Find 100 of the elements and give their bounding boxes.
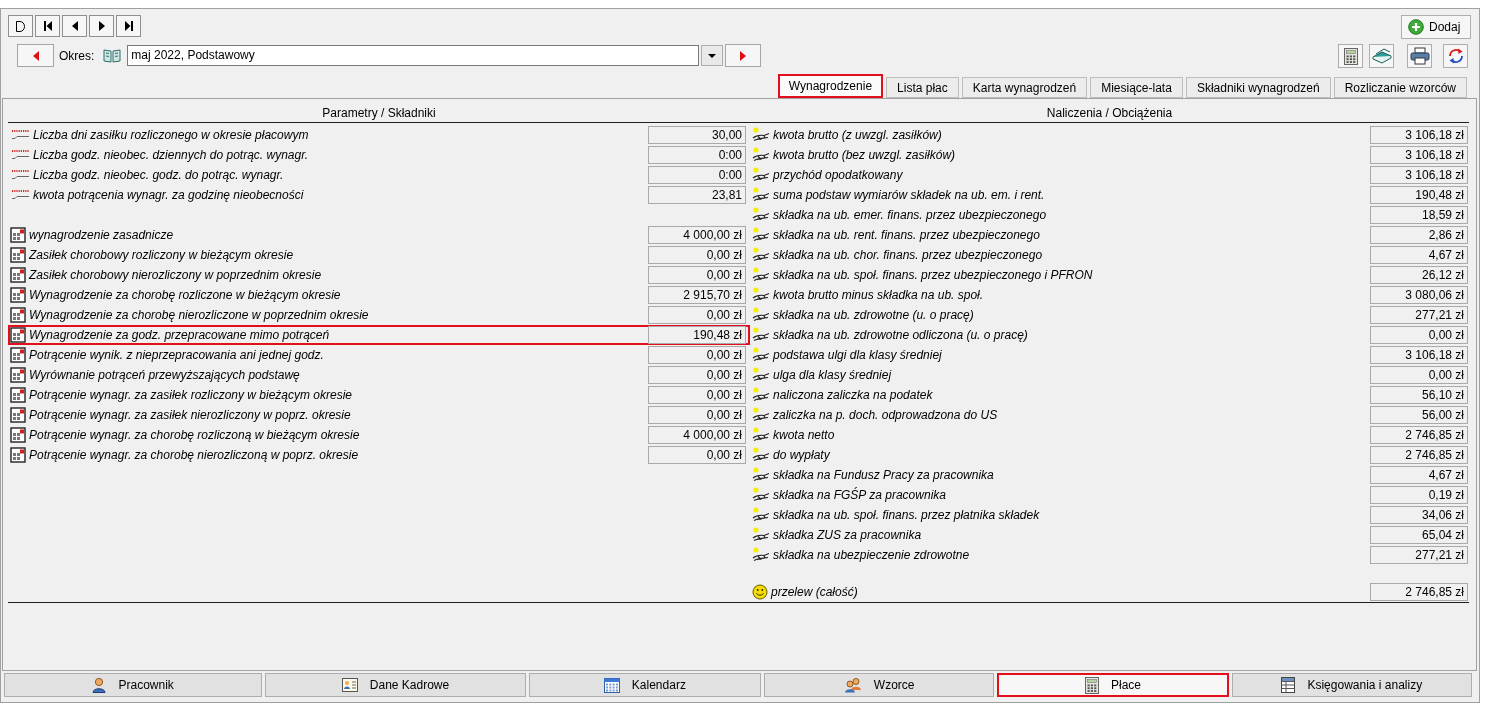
row-label: wynagrodzenie zasadnicze bbox=[29, 228, 174, 242]
previous-period-button[interactable] bbox=[17, 44, 54, 67]
document-grid-icon bbox=[10, 287, 26, 303]
tab[interactable]: Karta wynagrodzeń bbox=[961, 77, 1088, 98]
hand-pen-icon bbox=[752, 407, 770, 423]
row-label: Liczba godz. nieobec. godz. do potrąc. wynagr. bbox=[33, 168, 284, 182]
skip-forward-icon bbox=[124, 21, 133, 31]
period-field[interactable]: maj 2022, Podstawowy bbox=[127, 45, 700, 66]
value-field: 4,67 zł bbox=[1370, 246, 1468, 264]
value-field: 0,00 zł bbox=[1370, 366, 1468, 384]
row-label: Liczba dni zasiłku rozliczonego w okresie płacowym bbox=[33, 128, 309, 142]
calculator-button[interactable] bbox=[1338, 44, 1363, 68]
hand-pen-icon bbox=[752, 347, 770, 363]
books-button[interactable] bbox=[1369, 44, 1394, 68]
module-button[interactable]: Księgowania i analizy bbox=[1231, 673, 1472, 697]
value-field: 34,06 zł bbox=[1370, 506, 1468, 524]
tab[interactable]: Miesiące-lata bbox=[1090, 77, 1183, 98]
last-record-button[interactable] bbox=[116, 15, 141, 37]
smiley-icon bbox=[752, 584, 768, 600]
document-grid-icon bbox=[10, 327, 26, 343]
row-label: naliczona zaliczka na podatek bbox=[773, 388, 933, 402]
value-field: 3 080,06 zł bbox=[1370, 286, 1468, 304]
tab[interactable]: Wynagrodzenie bbox=[777, 74, 884, 98]
document-grid-icon bbox=[10, 387, 26, 403]
row-label: Liczba godz. nieobec. dziennych do potrąc. wynagr. bbox=[33, 148, 309, 162]
hand-pen-icon bbox=[752, 167, 770, 183]
module-button[interactable]: Kalendarz bbox=[528, 673, 762, 697]
value-field: 18,59 zł bbox=[1370, 206, 1468, 224]
value-field: 23,81 bbox=[648, 186, 746, 204]
value-field: 56,00 zł bbox=[1370, 406, 1468, 424]
refresh-button[interactable] bbox=[1443, 44, 1468, 68]
row-label: do wypłaty bbox=[773, 448, 830, 462]
hand-pen-icon bbox=[752, 327, 770, 343]
print-button[interactable] bbox=[1407, 44, 1432, 68]
row-label: przychód opodatkowany bbox=[773, 168, 903, 182]
document-grid-icon bbox=[10, 267, 26, 283]
d-shape-icon bbox=[16, 20, 25, 32]
row-label: przelew (całość) bbox=[771, 585, 858, 599]
hand-pen-icon bbox=[752, 307, 770, 323]
calculator-icon bbox=[1085, 676, 1099, 694]
refresh-icon bbox=[1446, 47, 1465, 65]
row-label: Wynagrodzenie za chorobę nierozliczone w poprzednim okresie bbox=[29, 308, 369, 322]
row-label: Wynagrodzenie za godz. przepracowane mimo potrąceń bbox=[29, 328, 330, 342]
next-period-button[interactable] bbox=[725, 44, 762, 67]
row-label: składka na ub. emer. finans. przez ubezpieczonego bbox=[773, 208, 1047, 222]
row-label: składka na ub. społ. finans. przez ubezpieczonego i PFRON bbox=[773, 268, 1093, 282]
value-field: 0,00 zł bbox=[648, 386, 746, 404]
value-field: 3 106,18 zł bbox=[1370, 166, 1468, 184]
dotted-lines-icon bbox=[10, 189, 30, 201]
value-field: 2 746,85 zł bbox=[1370, 446, 1468, 464]
hand-pen-icon bbox=[752, 287, 770, 303]
open-book-icon bbox=[103, 48, 122, 63]
value-field: 30,00 bbox=[648, 126, 746, 144]
row-label: kwota brutto (bez uwzgl. zasiłków) bbox=[773, 148, 956, 162]
row-label: kwota brutto (z uwzgl. zasiłków) bbox=[773, 128, 942, 142]
tab[interactable]: Lista płac bbox=[886, 77, 959, 98]
module-button[interactable]: Wzorce bbox=[764, 673, 995, 697]
module-button[interactable]: Płace bbox=[997, 673, 1229, 697]
document-grid-icon bbox=[10, 247, 26, 263]
row-label: składka na ub. zdrowotne odliczona (u. o pracę) bbox=[773, 328, 1028, 342]
add-button[interactable]: Dodaj bbox=[1401, 15, 1471, 39]
plus-circle-icon bbox=[1408, 19, 1424, 35]
hand-pen-icon bbox=[752, 547, 770, 563]
first-record-button[interactable] bbox=[35, 15, 60, 37]
dropdown-button[interactable] bbox=[701, 45, 724, 66]
tab[interactable]: Rozliczanie wzorców bbox=[1333, 77, 1467, 98]
new-record-button[interactable] bbox=[8, 15, 33, 37]
tab[interactable]: Składniki wynagrodzeń bbox=[1185, 77, 1331, 98]
printer-icon bbox=[1409, 47, 1430, 65]
row-label: składka ZUS za pracownika bbox=[773, 528, 922, 542]
module-button[interactable]: Pracownik bbox=[4, 673, 263, 697]
module-button[interactable]: Dane Kadrowe bbox=[265, 673, 526, 697]
document-grid-icon bbox=[10, 307, 26, 323]
value-field: 0,00 zł bbox=[648, 406, 746, 424]
column-heading: Parametry / Składniki bbox=[321, 105, 437, 122]
value-field: 0,19 zł bbox=[1370, 486, 1468, 504]
document-grid-icon bbox=[10, 227, 26, 243]
hand-pen-icon bbox=[752, 447, 770, 463]
value-field: 4 000,00 zł bbox=[648, 226, 746, 244]
triangle-right-icon bbox=[98, 21, 105, 31]
value-field: 2 746,85 zł bbox=[1370, 583, 1468, 601]
people-icon bbox=[843, 677, 862, 693]
value-field: 3 106,18 zł bbox=[1370, 346, 1468, 364]
skip-back-icon bbox=[43, 21, 52, 31]
value-field: 0,00 zł bbox=[648, 366, 746, 384]
row-label: Wynagrodzenie za chorobę rozliczone w bieżącym okresie bbox=[29, 288, 341, 302]
value-field: 0,00 zł bbox=[1370, 326, 1468, 344]
dotted-lines-icon bbox=[10, 129, 30, 141]
row-label: składka na FGŚP za pracownika bbox=[773, 488, 946, 502]
row-label: składka na Fundusz Pracy za pracownika bbox=[773, 468, 994, 482]
row-label: składka na ub. rent. finans. przez ubezpieczonego bbox=[773, 228, 1040, 242]
right-triangle-icon bbox=[740, 50, 747, 61]
hand-pen-icon bbox=[752, 507, 770, 523]
value-field: 0,00 zł bbox=[648, 446, 746, 464]
next-record-button[interactable] bbox=[89, 15, 114, 37]
row-label: suma podstaw wymiarów składek na ub. em. i rent. bbox=[773, 188, 1045, 202]
hand-pen-icon bbox=[752, 527, 770, 543]
hand-pen-icon bbox=[752, 207, 770, 223]
value-field: 4 000,00 zł bbox=[648, 426, 746, 444]
previous-record-button[interactable] bbox=[62, 15, 87, 37]
